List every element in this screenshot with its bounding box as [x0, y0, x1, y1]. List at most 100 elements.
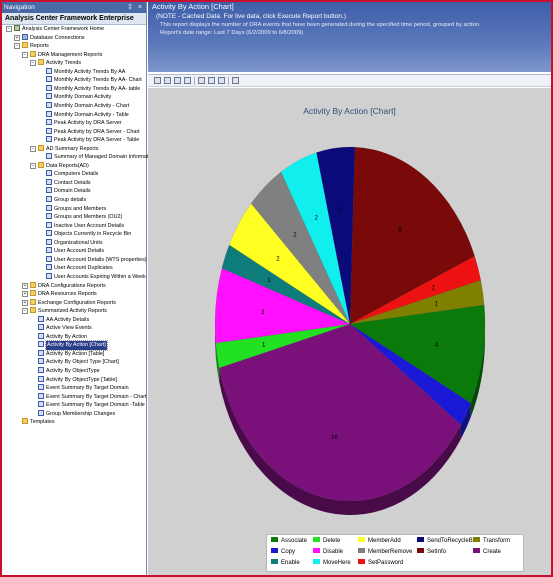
refresh-icon[interactable] — [184, 77, 191, 84]
report-icon — [38, 341, 44, 348]
folder-icon — [38, 144, 44, 151]
report-icon — [38, 384, 44, 391]
collapse-icon[interactable]: − — [22, 308, 28, 315]
legend-label: SetPassword — [368, 560, 404, 566]
navigation-titlebar: Navigation ‡ × — [2, 2, 146, 13]
legend-item: MemberAdd — [358, 537, 401, 546]
report-icon — [46, 238, 52, 245]
legend-item: Delete — [313, 537, 340, 546]
report-icon — [46, 213, 52, 220]
report-icon — [46, 153, 52, 160]
folder-icon — [30, 307, 36, 314]
copy-icon[interactable] — [154, 77, 161, 84]
legend-item: SendToRecycleBin — [417, 537, 477, 546]
legend-swatch — [358, 548, 365, 553]
expand-icon[interactable]: + — [22, 282, 28, 289]
report-icon — [46, 170, 52, 177]
legend-swatch — [313, 537, 320, 542]
collapse-icon[interactable]: − — [30, 145, 36, 152]
legend-swatch — [417, 548, 424, 553]
legend-swatch — [271, 548, 278, 553]
folder-icon — [22, 42, 28, 49]
report-icon — [46, 76, 52, 83]
print-icon[interactable] — [164, 77, 171, 84]
report-icon — [38, 409, 44, 416]
report-view: Activity By Action [Chart] (NOTE - Cache… — [148, 2, 551, 575]
collapse-icon[interactable]: − — [30, 162, 36, 169]
report-icon — [38, 401, 44, 408]
legend-swatch — [473, 548, 480, 553]
legend-swatch — [358, 537, 365, 542]
report-icon — [46, 221, 52, 228]
report-icon — [38, 367, 44, 373]
expand-icon[interactable]: + — [22, 299, 28, 306]
report-icon — [46, 178, 52, 185]
legend-label: MemberAdd — [368, 538, 401, 544]
legend-swatch — [358, 559, 365, 564]
pie-slice-label: 16 — [331, 435, 338, 441]
legend-label: Transform — [483, 538, 511, 544]
tree-item[interactable]: Templates — [22, 418, 55, 427]
folder-icon — [30, 298, 36, 305]
navigation-header: Analysis Center Framework Enterprise — [2, 13, 146, 25]
report-icon — [38, 392, 44, 399]
report-icon — [38, 375, 44, 382]
report-icon — [38, 324, 44, 331]
legend-swatch — [313, 559, 320, 564]
expand-icon[interactable]: + — [22, 291, 28, 298]
toolbar-separator — [194, 76, 195, 85]
report-icon — [46, 272, 52, 279]
report-description: This report displays the number of DRA e… — [160, 22, 481, 28]
report-icon — [46, 119, 52, 126]
database-icon — [22, 33, 28, 40]
legend-item: MoveHere — [313, 559, 351, 568]
folder-icon — [38, 161, 44, 168]
legend-swatch — [271, 537, 278, 542]
report-title: Activity By Action [Chart] — [152, 2, 234, 11]
navigation-title: Navigation — [4, 4, 35, 11]
tree-item-label: Templates — [30, 419, 55, 426]
legend-item: Enable — [271, 559, 300, 568]
folder-icon — [38, 59, 44, 66]
report-icon — [46, 110, 52, 117]
bulb-icon[interactable] — [208, 77, 215, 84]
legend-label: MemberRemove — [368, 549, 413, 555]
chart-type-icon[interactable] — [198, 77, 205, 84]
report-icon — [38, 349, 44, 356]
report-icon — [46, 204, 52, 211]
report-banner: Activity By Action [Chart] (NOTE - Cache… — [148, 2, 551, 72]
legend-label: Create — [483, 549, 502, 555]
server-icon — [14, 25, 20, 31]
pane-controls[interactable]: ‡ × — [128, 2, 144, 13]
expand-icon[interactable]: + — [14, 34, 20, 41]
execute-icon[interactable] — [232, 77, 239, 84]
report-icon — [46, 264, 52, 271]
cached-data-note: (NOTE - Cached Data. For live data, clic… — [156, 13, 347, 20]
legend-swatch — [473, 537, 480, 542]
collapse-icon[interactable]: − — [30, 60, 36, 67]
legend-item: Associate — [271, 537, 307, 546]
report-icon — [46, 93, 52, 100]
navigation-pane: Navigation ‡ × Analysis Center Framework… — [2, 2, 156, 575]
folder-icon — [30, 50, 36, 57]
chart-legend: Associate Delete MemberAdd SendToRecycleBin… — [266, 534, 524, 572]
collapse-icon[interactable]: − — [22, 51, 28, 58]
legend-label: Associate — [281, 538, 308, 544]
report-icon — [46, 230, 52, 237]
report-tree: − Analysis Center Framework Home + Database… — [2, 25, 156, 425]
report-icon — [46, 247, 52, 254]
collapse-icon[interactable]: − — [6, 26, 12, 32]
collapse-icon[interactable]: − — [14, 43, 20, 50]
folder-icon — [30, 281, 36, 288]
legend-label: Delete — [323, 538, 341, 544]
report-icon — [46, 101, 52, 108]
legend-swatch — [313, 548, 320, 553]
export-icon[interactable] — [174, 77, 181, 84]
legend-label: MoveHere — [323, 560, 351, 566]
legend-label: Copy — [281, 549, 296, 555]
settings-icon[interactable] — [218, 77, 225, 84]
legend-item: SetPassword — [358, 559, 403, 568]
report-icon — [38, 315, 44, 322]
report-toolbar — [148, 74, 551, 87]
report-icon — [46, 187, 52, 194]
